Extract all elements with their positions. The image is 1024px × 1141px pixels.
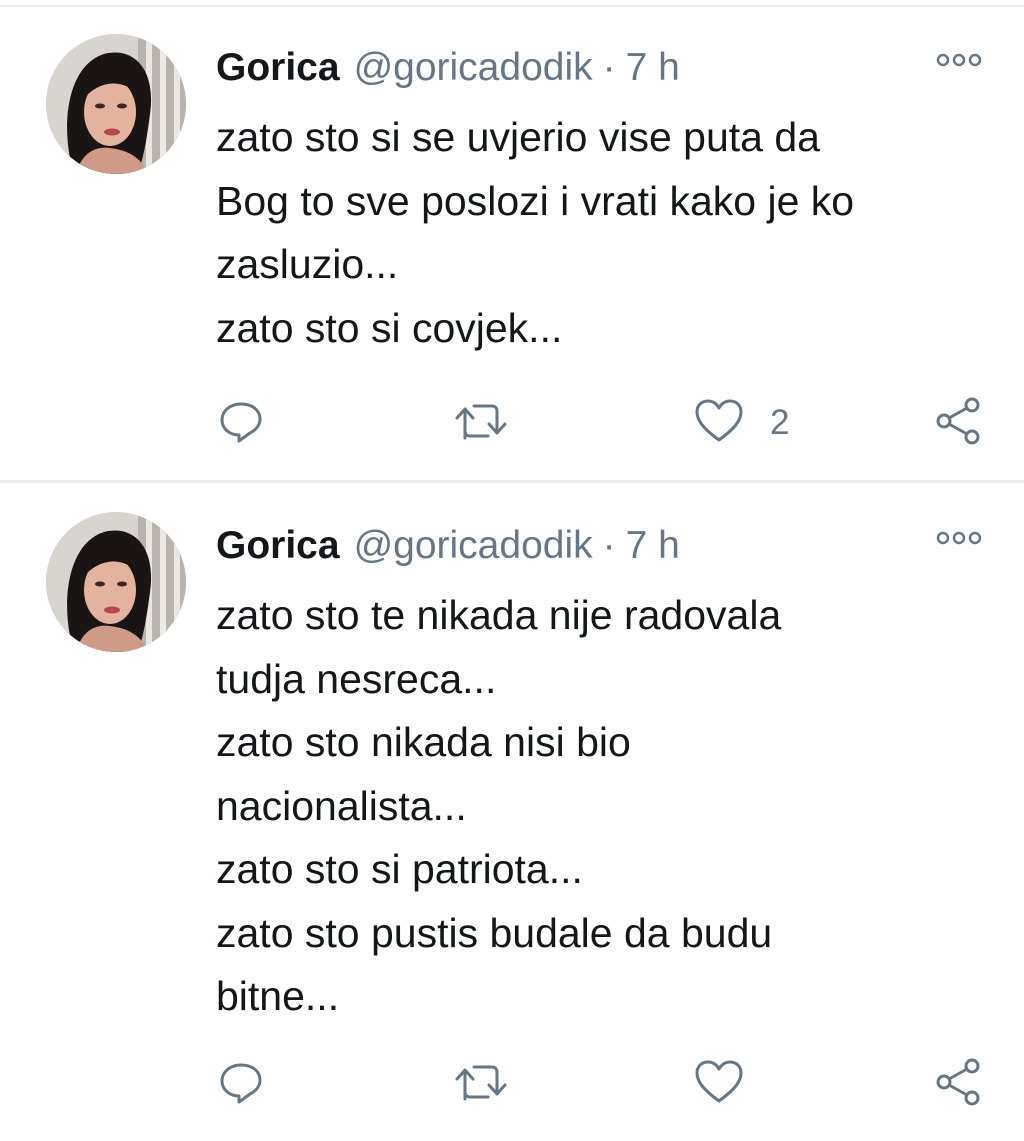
tweet-text-line: zasluzio... [216, 241, 399, 287]
more-options-icon[interactable] [934, 528, 984, 548]
tweet-time[interactable]: 7 h [626, 46, 680, 90]
tweet-text-line: zato sto si covjek... [216, 304, 563, 351]
tweet-text-line: tudja nesreca... [216, 655, 497, 702]
tweet[interactable]: Gorica @goricadodik · 7 h zato sto si se… [0, 0, 1024, 482]
tweet-text: zato sto si se uvjerio vise puta da Bog … [216, 106, 1006, 360]
tweet-text-line: zato sto si se uvjerio vise puta da [216, 114, 820, 160]
like-count: 2 [770, 403, 790, 442]
heart-icon [694, 1059, 744, 1110]
tweet-header: Gorica @goricadodik · 7 h [216, 524, 680, 568]
retweet-button[interactable] [454, 1059, 508, 1109]
avatar[interactable] [46, 512, 186, 652]
retweet-button[interactable] [454, 398, 508, 448]
tweet-time[interactable]: 7 h [626, 524, 680, 568]
tweet-text: zato sto te nikada nije radovala tudja n… [216, 584, 1006, 1029]
more-options-icon[interactable] [934, 50, 984, 70]
share-button[interactable] [934, 397, 982, 450]
retweet-icon [454, 398, 508, 449]
tweet-text-line: zato sto te nikada nije radovala [216, 592, 782, 638]
share-icon [934, 1058, 982, 1111]
tweet-text-line: bitne... [216, 973, 340, 1019]
separator-dot: · [602, 524, 616, 567]
tweet-actions: 2 [0, 397, 1024, 450]
avatar[interactable] [46, 34, 186, 174]
author-name[interactable]: Gorica [216, 524, 340, 568]
reply-icon [218, 1059, 264, 1110]
tweet-header: Gorica @goricadodik · 7 h [216, 46, 680, 90]
reply-icon [218, 398, 264, 449]
reply-button[interactable] [218, 398, 264, 448]
retweet-icon [454, 1059, 508, 1110]
tweet-actions [0, 1058, 1024, 1111]
share-button[interactable] [934, 1058, 982, 1111]
tweet-text-line: zato sto si patriota... [216, 846, 583, 892]
separator-dot: · [602, 46, 616, 89]
tweet-text-line: Bog to sve poslozi i vrati kako je ko [216, 177, 855, 224]
author-name[interactable]: Gorica [216, 46, 340, 90]
tweet-text-line: zato sto pustis budale da budu [216, 909, 773, 956]
share-icon [934, 397, 982, 450]
author-handle[interactable]: @goricadodik [354, 524, 593, 568]
tweet-text-line: zato sto nikada nisi bio [216, 719, 631, 765]
like-button[interactable] [694, 1059, 770, 1109]
heart-icon [694, 398, 744, 449]
tweet-text-line: nacionalista... [216, 782, 467, 829]
author-handle[interactable]: @goricadodik [354, 46, 593, 90]
tweet[interactable]: Gorica @goricadodik · 7 h zato sto te ni… [0, 482, 1024, 1141]
reply-button[interactable] [218, 1059, 264, 1109]
like-button[interactable]: 2 [694, 398, 789, 448]
